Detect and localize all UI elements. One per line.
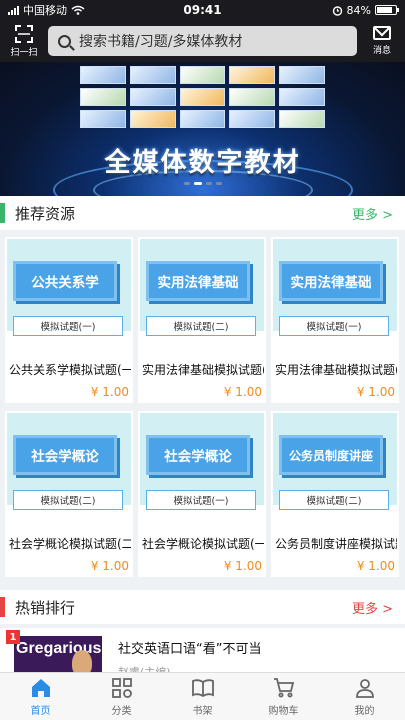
resource-cover: 社会学概论 模拟试题(一): [140, 413, 264, 510]
battery-icon: [375, 5, 399, 15]
tab-home[interactable]: 首页: [0, 673, 81, 720]
cover-title: 公务员制度讲座: [279, 435, 383, 475]
resource-card[interactable]: 公共关系学 模拟试题(一) 公共关系学模拟试题(一) ¥ 1.00: [5, 237, 133, 403]
resource-card[interactable]: 社会学概论 模拟试题(二) 社会学概论模拟试题(二) ¥ 1.00: [5, 411, 133, 577]
carousel-dot-active[interactable]: [193, 182, 202, 185]
profile-icon: [355, 679, 374, 698]
envelope-icon: [373, 26, 391, 40]
cover-title: 社会学概论: [13, 435, 117, 475]
carousel-dot[interactable]: [215, 182, 222, 185]
carousel-dots[interactable]: [183, 182, 222, 185]
resource-price: ¥ 1.00: [223, 559, 262, 573]
search-icon: [58, 34, 71, 48]
hot-title: 热销排行: [15, 598, 76, 617]
rank-badge: 1: [6, 630, 20, 644]
resource-name: 公务员制度讲座模拟试题(二): [275, 537, 397, 551]
tab-category-label: 分类: [111, 706, 132, 717]
signal-icon: [8, 5, 19, 15]
tab-profile[interactable]: 我的: [324, 673, 405, 720]
resource-name: 实用法律基础模拟试题(一): [275, 363, 397, 377]
category-icon: [111, 678, 132, 698]
hot-section-header: 热销排行 更多 >: [0, 590, 405, 624]
resource-price: ¥ 1.00: [90, 385, 129, 399]
scan-button[interactable]: 扫一扫: [6, 24, 42, 58]
resource-price: ¥ 1.00: [356, 385, 395, 399]
clock: 09:41: [183, 3, 222, 17]
resource-price: ¥ 1.00: [223, 385, 262, 399]
cover-subtitle: 模拟试题(二): [146, 316, 256, 336]
recommend-accent-bar: [0, 203, 5, 223]
tab-home-label: 首页: [30, 706, 51, 717]
resource-price: ¥ 1.00: [90, 559, 129, 573]
resource-price: ¥ 1.00: [356, 559, 395, 573]
search-placeholder: 搜索书籍/习题/多媒体教材: [79, 34, 243, 50]
tab-profile-label: 我的: [354, 706, 375, 717]
cart-icon: [273, 678, 294, 698]
scan-icon: [15, 24, 33, 43]
cover-subtitle: 模拟试题(二): [13, 490, 123, 510]
banner-screens-graphic: [80, 66, 325, 128]
hot-item-thumbnail: Gregarious: [14, 636, 102, 676]
resource-cover: 实用法律基础 模拟试题(二): [140, 239, 264, 336]
resource-card[interactable]: 社会学概论 模拟试题(一) 社会学概论模拟试题(一) ¥ 1.00: [138, 411, 266, 577]
cover-subtitle: 模拟试题(一): [279, 316, 389, 336]
home-icon: [31, 679, 50, 697]
message-button[interactable]: 消息: [365, 26, 399, 56]
resource-name: 社会学概论模拟试题(一): [142, 537, 264, 551]
resource-cover: 公务员制度讲座 模拟试题(二): [273, 413, 397, 510]
hot-list-item[interactable]: Gregarious 1 社交英语口语“看”不可当 赵睿(主编): [0, 628, 405, 679]
hot-accent-bar: [0, 597, 5, 617]
tab-category[interactable]: 分类: [81, 673, 162, 720]
resource-card[interactable]: 实用法律基础 模拟试题(二) 实用法律基础模拟试题(二) ¥ 1.00: [138, 237, 266, 403]
banner-title: 全媒体数字教材: [104, 148, 301, 178]
tab-cart[interactable]: 购物车: [243, 673, 324, 720]
resource-name: 实用法律基础模拟试题(二): [142, 363, 264, 377]
tab-bookshelf-label: 书架: [192, 706, 213, 717]
resource-cover: 实用法律基础 模拟试题(一): [273, 239, 397, 336]
recommend-section-header: 推荐资源 更多 >: [0, 196, 405, 230]
tab-bookshelf[interactable]: 书架: [162, 673, 243, 720]
tab-cart-label: 购物车: [268, 706, 299, 717]
app-header: 中国移动 09:41 84% 扫一扫 搜索书籍/习题/多媒体教材 消息: [0, 0, 405, 62]
battery-percent: 84%: [346, 3, 371, 17]
recommend-more-link[interactable]: 更多 >: [352, 204, 393, 223]
hot-item-title: 社交英语口语“看”不可当: [118, 642, 262, 657]
resource-cover: 公共关系学 模拟试题(一): [7, 239, 131, 336]
bookshelf-icon: [191, 679, 214, 698]
carousel-dot[interactable]: [183, 182, 190, 185]
resource-card[interactable]: 公务员制度讲座 模拟试题(二) 公务员制度讲座模拟试题(二) ¥ 1.00: [271, 411, 399, 577]
promo-banner[interactable]: 全媒体数字教材: [0, 62, 405, 196]
cover-subtitle: 模拟试题(一): [13, 316, 123, 336]
cover-title: 社会学概论: [146, 435, 250, 475]
bottom-tab-bar: 首页 分类 书架 购物车 我的: [0, 672, 405, 720]
cover-title: 实用法律基础: [279, 261, 383, 301]
cover-subtitle: 模拟试题(二): [279, 490, 389, 510]
resource-cover: 社会学概论 模拟试题(二): [7, 413, 131, 510]
status-bar: 中国移动 09:41 84%: [0, 0, 405, 20]
resource-name: 社会学概论模拟试题(二): [9, 537, 131, 551]
carousel-dot[interactable]: [205, 182, 212, 185]
recommend-grid: 公共关系学 模拟试题(一) 公共关系学模拟试题(一) ¥ 1.00 实用法律基础…: [5, 237, 400, 577]
hot-more-link[interactable]: 更多 >: [352, 598, 393, 617]
carrier-label: 中国移动: [23, 4, 67, 17]
wifi-icon: [71, 5, 85, 15]
recommend-title: 推荐资源: [15, 204, 76, 223]
cover-subtitle: 模拟试题(一): [146, 490, 256, 510]
search-input[interactable]: 搜索书籍/习题/多媒体教材: [48, 26, 357, 56]
alarm-icon: [332, 5, 342, 16]
resource-card[interactable]: 实用法律基础 模拟试题(一) 实用法律基础模拟试题(一) ¥ 1.00: [271, 237, 399, 403]
scan-label: 扫一扫: [10, 47, 38, 58]
cover-title: 实用法律基础: [146, 261, 250, 301]
search-row: 扫一扫 搜索书籍/习题/多媒体教材 消息: [0, 22, 405, 60]
message-label: 消息: [372, 46, 391, 56]
cover-title: 公共关系学: [13, 261, 117, 301]
resource-name: 公共关系学模拟试题(一): [9, 363, 131, 377]
